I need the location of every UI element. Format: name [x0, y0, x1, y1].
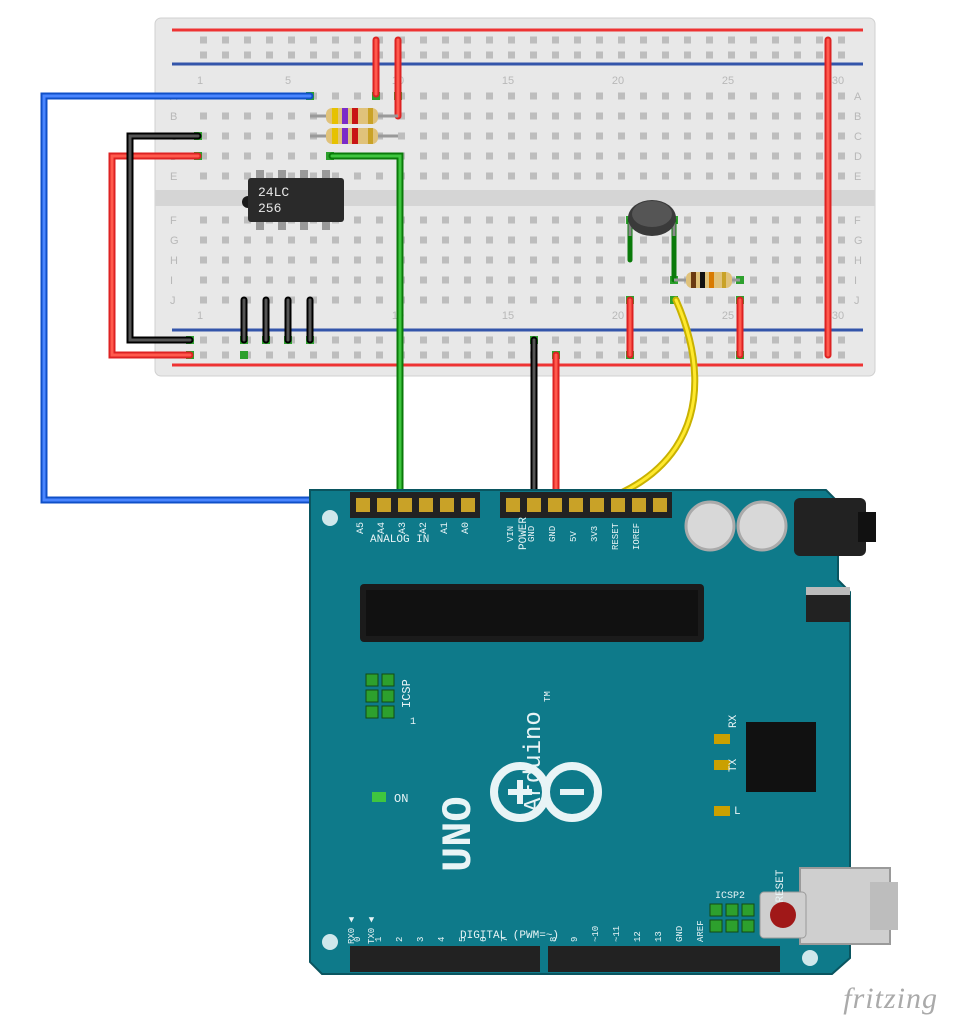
col-label: 20	[612, 310, 624, 322]
svg-text:5: 5	[458, 937, 468, 942]
svg-text:7: 7	[500, 937, 510, 942]
svg-text:4: 4	[437, 937, 447, 942]
icsp1-label: 1	[410, 717, 416, 728]
svg-text:GND: GND	[675, 926, 685, 942]
row-label: I	[854, 275, 857, 287]
fritzing-credit: fritzing	[843, 982, 938, 1016]
row-label: D	[854, 151, 862, 163]
col-label: 5	[285, 75, 291, 87]
pin-label: GND	[527, 526, 537, 542]
row-label: A	[854, 91, 862, 103]
arduino-uno: RESET ICSP 1 ICSP2 ON RX TX L	[310, 490, 898, 974]
pin-label: A0	[461, 522, 472, 534]
row-label: H	[170, 255, 178, 267]
pin-label: A5	[356, 522, 367, 534]
pin-label: A4	[377, 522, 388, 534]
row-label: C	[854, 131, 862, 143]
col-label: 25	[722, 75, 734, 87]
svg-text:12: 12	[633, 931, 643, 942]
pin-label: 5V	[569, 531, 579, 542]
svg-text:AREF: AREF	[696, 920, 706, 942]
svg-text:3: 3	[416, 937, 426, 942]
svg-text:2: 2	[395, 937, 405, 942]
col-label: 20	[612, 75, 624, 87]
row-label: J	[170, 295, 176, 307]
eeprom-ic: 24LC 256	[242, 170, 344, 230]
fritzing-diagram: 1 5 10 15 20 25 30 1 5 10 15 20 25 30 A …	[0, 0, 960, 1000]
row-label: G	[854, 235, 863, 247]
pin-label: IOREF	[632, 523, 642, 550]
row-label: B	[854, 111, 861, 123]
svg-text:~10: ~10	[591, 926, 601, 942]
row-label: F	[854, 215, 861, 227]
col-label: 1	[197, 75, 203, 87]
svg-text:8: 8	[549, 937, 559, 942]
row-label: E	[854, 171, 861, 183]
on-led-label: ON	[394, 792, 408, 806]
tx-label: TX	[728, 758, 740, 772]
analog-section-label: ANALOG IN	[370, 534, 429, 546]
col-label: 15	[502, 75, 514, 87]
col-label: 1	[197, 310, 203, 322]
l-label: L	[734, 806, 741, 818]
svg-text:6: 6	[479, 937, 489, 942]
pin-label: A3	[398, 522, 409, 534]
icsp2-label: ICSP2	[715, 891, 745, 902]
tm-label: TM	[543, 691, 553, 702]
row-label: F	[170, 215, 177, 227]
col-label: 25	[722, 310, 734, 322]
svg-text:9: 9	[570, 937, 580, 942]
col-label: 30	[832, 75, 844, 87]
pin-label: A1	[440, 522, 451, 534]
ic-label-1: 24LC	[258, 185, 289, 200]
row-label: H	[854, 255, 862, 267]
ic-label-2: 256	[258, 201, 281, 216]
row-label: B	[170, 111, 177, 123]
svg-text:1: 1	[374, 937, 384, 942]
pin-label: GND	[548, 526, 558, 542]
svg-text:13: 13	[654, 931, 664, 942]
col-label: 30	[832, 310, 844, 322]
pin-label: 3V3	[590, 526, 600, 542]
row-label: E	[170, 171, 177, 183]
pin-label: RESET	[611, 522, 621, 550]
model-label: UNO	[435, 796, 483, 872]
col-label: 15	[502, 310, 514, 322]
thermistor	[628, 200, 676, 236]
row-label: J	[854, 295, 860, 307]
pin-label: VIN	[506, 526, 516, 542]
row-label: I	[170, 275, 173, 287]
row-label: G	[170, 235, 179, 247]
pin-label: A2	[419, 522, 430, 534]
reset-label: RESET	[775, 869, 787, 902]
svg-text:~11: ~11	[612, 926, 622, 942]
svg-text:0: 0	[353, 937, 363, 942]
icsp-label: ICSP	[400, 679, 414, 708]
rx-label: RX	[728, 714, 740, 728]
